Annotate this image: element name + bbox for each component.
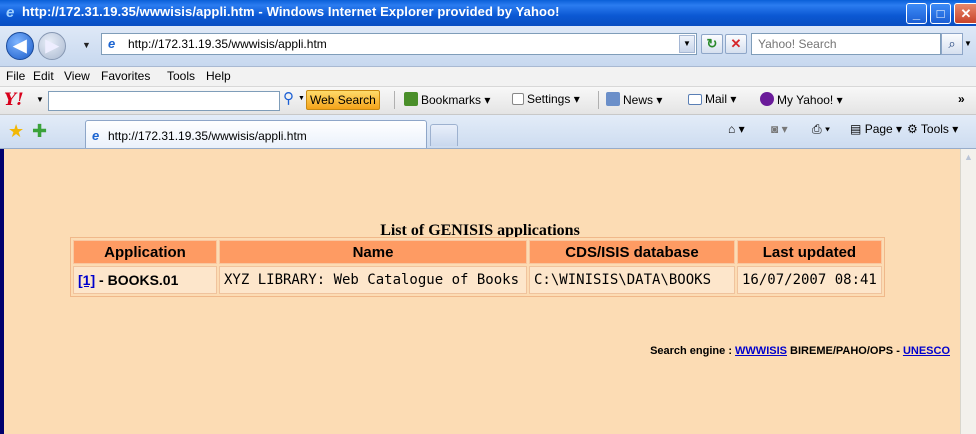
web-search-button[interactable]: Web Search — [306, 90, 380, 110]
search-box[interactable] — [751, 33, 941, 55]
ie-logo-icon: e — [6, 4, 15, 21]
search-engine-footer: Search engine : WWWISIS BIREME/PAHO/OPS … — [0, 345, 950, 357]
stop-button[interactable]: ✕ — [725, 34, 747, 54]
address-dropdown-icon[interactable]: ▼ — [679, 35, 695, 53]
refresh-button[interactable]: ↻ — [701, 34, 723, 54]
footer-dash: - — [896, 345, 900, 357]
table-header-row: Application Name CDS/ISIS database Last … — [73, 240, 882, 264]
yahoo-logo-icon[interactable]: Y! — [4, 90, 24, 110]
page-menu-button[interactable]: ▤ Page ▾ — [850, 122, 902, 136]
address-url: http://172.31.19.35/wwwisis/appli.htm — [128, 37, 327, 51]
page-icon: e — [108, 36, 116, 51]
tab-row: ★ ✚ e http://172.31.19.35/wwwisis/appli.… — [0, 115, 976, 149]
address-row: ◀ ▶ ▼ e http://172.31.19.35/wwwisis/appl… — [0, 26, 976, 67]
tools-menu-button[interactable]: ⚙ Tools ▾ — [907, 122, 958, 136]
my-yahoo-button[interactable]: My Yahoo! ▾ — [760, 92, 843, 107]
home-icon: ⌂ — [728, 122, 736, 136]
footer-org: BIREME/PAHO/OPS — [790, 345, 894, 357]
column-header-application: Application — [73, 240, 217, 264]
tab-active[interactable]: e http://172.31.19.35/wwwisis/appli.htm — [85, 120, 427, 148]
scroll-up-icon[interactable]: ▲ — [961, 149, 976, 165]
toolbar-overflow-icon[interactable]: » — [958, 92, 965, 106]
search-dropdown-icon[interactable]: ▼ — [964, 33, 976, 55]
bookmarks-icon — [404, 92, 418, 106]
window-title: http://172.31.19.35/wwwisis/appli.htm - … — [22, 4, 560, 19]
menu-file[interactable]: File — [6, 69, 25, 83]
last-updated-cell: 16/07/2007 08:41 — [737, 266, 882, 294]
news-button[interactable]: News ▾ — [606, 92, 662, 107]
footer-prefix: Search engine : — [650, 345, 732, 357]
search-input[interactable] — [752, 34, 934, 54]
column-header-name: Name — [219, 240, 527, 264]
yahoo-menu-dropdown-icon[interactable]: ▼ — [36, 95, 44, 104]
print-icon: ⎙ — [812, 122, 822, 136]
table-row: [1] - BOOKS.01 XYZ LIBRARY: Web Catalogu… — [73, 266, 882, 294]
favorites-star-icon[interactable]: ★ — [8, 121, 24, 141]
applications-table: Application Name CDS/ISIS database Last … — [70, 237, 885, 297]
menu-bar: File Edit View Favorites Tools Help — [0, 67, 976, 87]
gear-icon: ⚙ — [907, 122, 918, 136]
menu-favorites[interactable]: Favorites — [101, 69, 150, 83]
close-button[interactable]: ✕ — [954, 3, 976, 24]
application-id: BOOKS.01 — [107, 272, 179, 288]
bookmarks-button[interactable]: Bookmarks ▾ — [404, 92, 490, 107]
back-button[interactable]: ◀ — [6, 32, 34, 60]
menu-view[interactable]: View — [64, 69, 90, 83]
my-yahoo-icon — [760, 92, 774, 106]
feeds-button[interactable]: ◙ ▾ — [771, 122, 788, 136]
settings-icon — [512, 93, 524, 105]
column-header-last-updated: Last updated — [737, 240, 882, 264]
mail-button[interactable]: Mail ▾ — [688, 92, 736, 106]
mail-icon — [688, 94, 702, 105]
page-menu-icon: ▤ — [850, 122, 862, 136]
add-favorite-icon[interactable]: ✚ — [32, 121, 47, 141]
print-button[interactable]: ⎙ ▾ — [812, 122, 830, 137]
address-field[interactable]: e http://172.31.19.35/wwwisis/appli.htm … — [101, 33, 697, 55]
database-cell: C:\WINISIS\DATA\BOOKS — [529, 266, 735, 294]
settings-button[interactable]: Settings ▾ — [512, 92, 580, 106]
toolbar-separator — [598, 91, 599, 109]
page-content: List of GENISIS applications Application… — [0, 149, 960, 434]
search-icon[interactable]: ⌕ — [941, 33, 963, 55]
history-dropdown-icon[interactable]: ▼ — [82, 40, 91, 50]
column-header-database: CDS/ISIS database — [529, 240, 735, 264]
magnifier-icon[interactable]: ⚲ — [283, 90, 294, 108]
menu-help[interactable]: Help — [206, 69, 231, 83]
maximize-button[interactable]: □ — [930, 3, 951, 24]
yahoo-toolbar: Y! ▼ ⚲ ▼ Web Search Bookmarks ▾ Settings… — [0, 87, 976, 115]
vertical-scrollbar[interactable]: ▲ — [960, 149, 976, 434]
news-icon — [606, 92, 620, 106]
toolbar-separator — [394, 91, 395, 109]
tab-label: http://172.31.19.35/wwwisis/appli.htm — [108, 129, 307, 143]
application-cell: [1] - BOOKS.01 — [73, 266, 217, 294]
new-tab-button[interactable] — [430, 124, 458, 146]
name-cell: XYZ LIBRARY: Web Catalogue of Books — [219, 266, 527, 294]
page-icon: e — [92, 128, 100, 143]
unesco-link[interactable]: UNESCO — [903, 345, 950, 357]
magnifier-dropdown-icon[interactable]: ▼ — [298, 95, 305, 102]
yahoo-search-input[interactable] — [48, 91, 280, 111]
feeds-icon: ◙ — [771, 122, 779, 136]
left-edge — [0, 149, 4, 434]
application-separator: - — [99, 272, 104, 288]
title-bar: e http://172.31.19.35/wwwisis/appli.htm … — [0, 0, 976, 26]
menu-tools[interactable]: Tools — [167, 69, 195, 83]
wwwisis-link[interactable]: WWWISIS — [735, 345, 787, 357]
home-button[interactable]: ⌂ ▾ — [728, 122, 745, 136]
browser-window: e http://172.31.19.35/wwwisis/appli.htm … — [0, 0, 976, 434]
menu-edit[interactable]: Edit — [33, 69, 54, 83]
application-link[interactable]: [1] — [78, 272, 95, 288]
minimize-button[interactable]: _ — [906, 3, 927, 24]
forward-button[interactable]: ▶ — [38, 32, 66, 60]
